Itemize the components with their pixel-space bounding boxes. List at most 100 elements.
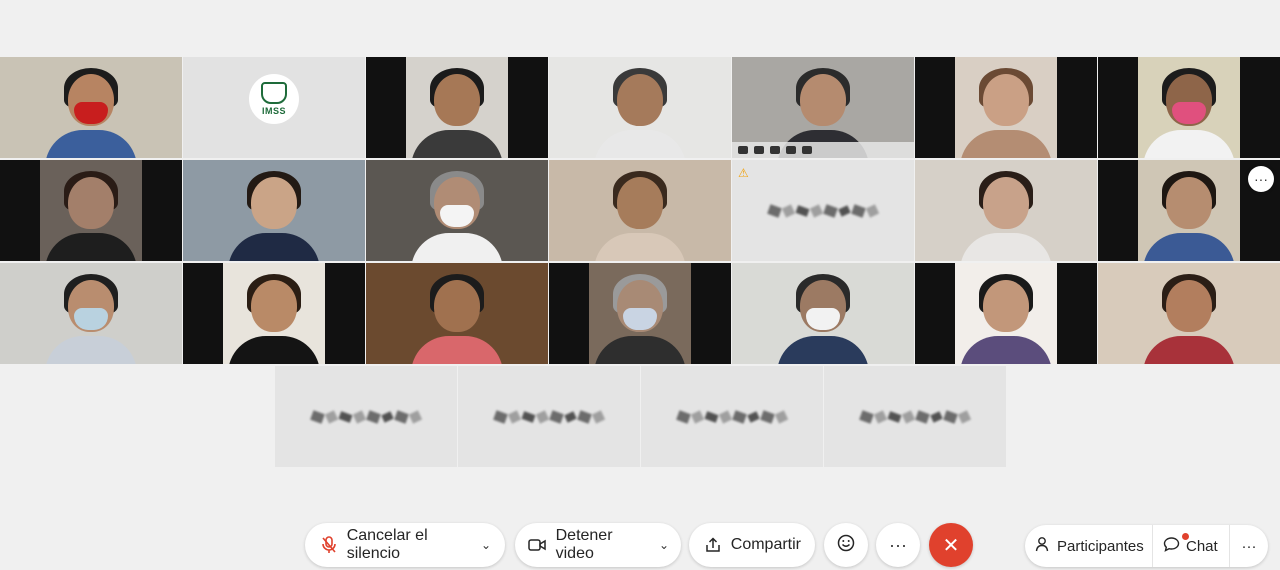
unmute-button[interactable]: Cancelar el silencio ⌄ [305,523,505,567]
stop-video-button[interactable]: Detener video ⌄ [515,523,681,567]
participant-face [434,74,480,126]
tile-more-button[interactable]: ··· [1248,166,1274,192]
blurred-name [767,203,880,218]
chat-icon [1163,536,1180,556]
participant-figure [777,272,869,364]
reactions-button[interactable] [824,523,868,567]
camera-icon [527,534,548,556]
participant-tile[interactable] [549,57,731,158]
participant-face [617,74,663,126]
participant-face [1166,177,1212,229]
toolbar-icon [770,146,780,154]
letterbox-right [142,160,182,261]
overflow-menu-button[interactable]: ··· [1229,525,1268,567]
participant-tile[interactable] [732,263,914,364]
face-mask [440,205,474,227]
participant-tile[interactable] [549,263,731,364]
participant-figure [960,272,1052,364]
close-icon: ✕ [942,534,960,557]
chat-label: Chat [1186,537,1218,555]
participants-button[interactable]: Participantes [1025,525,1152,567]
face-mask [74,102,108,124]
participant-tile[interactable] [1098,57,1280,158]
toolbar-icon [802,146,812,154]
participant-tile[interactable]: IMSS [183,57,365,158]
participant-face [617,177,663,229]
participant-face [1166,280,1212,332]
participant-face [251,280,297,332]
participant-tile[interactable] [0,263,182,364]
participant-tile[interactable] [183,160,365,261]
blurred-name [493,409,606,424]
participant-figure [960,169,1052,261]
participant-tile[interactable] [0,57,182,158]
letterbox-left [915,263,955,364]
chat-button[interactable]: Chat [1152,525,1229,567]
participant-face [983,74,1029,126]
participant-tile[interactable] [183,263,365,364]
participant-figure [228,169,320,261]
letterbox-right [1240,57,1280,158]
participant-figure [411,272,503,364]
participant-tile[interactable] [0,160,182,261]
participant-body [411,336,503,364]
end-call-button[interactable]: ✕ [929,523,973,567]
letterbox-right [691,263,731,364]
share-button[interactable]: Compartir [689,523,815,567]
participant-body [1143,233,1235,261]
participant-body [594,130,686,158]
letterbox-right [1057,263,1097,364]
participant-tile[interactable] [824,366,1006,467]
letterbox-left [183,263,223,364]
participant-tile[interactable] [1098,263,1280,364]
participant-tile[interactable] [549,160,731,261]
participant-face [68,177,114,229]
participant-body [411,233,503,261]
participant-tile[interactable] [366,57,548,158]
stop-video-label: Detener video [555,527,613,562]
participant-tile[interactable] [915,57,1097,158]
participant-body [777,336,869,364]
tile-toolbar [732,142,914,158]
letterbox-left [366,57,406,158]
letterbox-right [325,263,365,364]
letterbox-right [1057,57,1097,158]
logo-text: IMSS [261,106,286,116]
share-label: Compartir [730,536,801,553]
participant-body [45,130,137,158]
participant-tile[interactable] [732,57,914,158]
participant-tile[interactable]: ··· [1098,160,1280,261]
participant-figure [411,66,503,158]
participant-figure [1143,272,1235,364]
smiley-icon [837,534,855,557]
participant-tile[interactable] [275,366,457,467]
participant-tile[interactable]: ⚠ [732,160,914,261]
participant-figure [960,66,1052,158]
letterbox-left [1098,57,1138,158]
chevron-down-icon[interactable]: ⌄ [659,538,669,552]
participant-figure [228,272,320,364]
letterbox-left [1098,160,1138,261]
participant-tile[interactable] [641,366,823,467]
participant-tile[interactable] [915,160,1097,261]
participant-tile[interactable] [366,263,548,364]
participant-face [434,280,480,332]
blurred-name [859,409,972,424]
participant-body [45,233,137,261]
letterbox-left [915,57,955,158]
participant-face [983,177,1029,229]
right-controls: Participantes Chat ··· [1025,525,1268,567]
participant-body [594,233,686,261]
person-icon [1035,536,1051,556]
participant-body [1143,336,1235,364]
participant-tile[interactable] [915,263,1097,364]
participant-body [228,336,320,364]
participant-tile[interactable] [366,160,548,261]
more-options-button[interactable]: ··· [876,523,920,567]
eagle-icon [261,82,287,104]
participant-tile[interactable] [458,366,640,467]
chevron-down-icon[interactable]: ⌄ [481,538,491,552]
participant-figure [594,272,686,364]
toolbar-icon [738,146,748,154]
participant-body [411,130,503,158]
